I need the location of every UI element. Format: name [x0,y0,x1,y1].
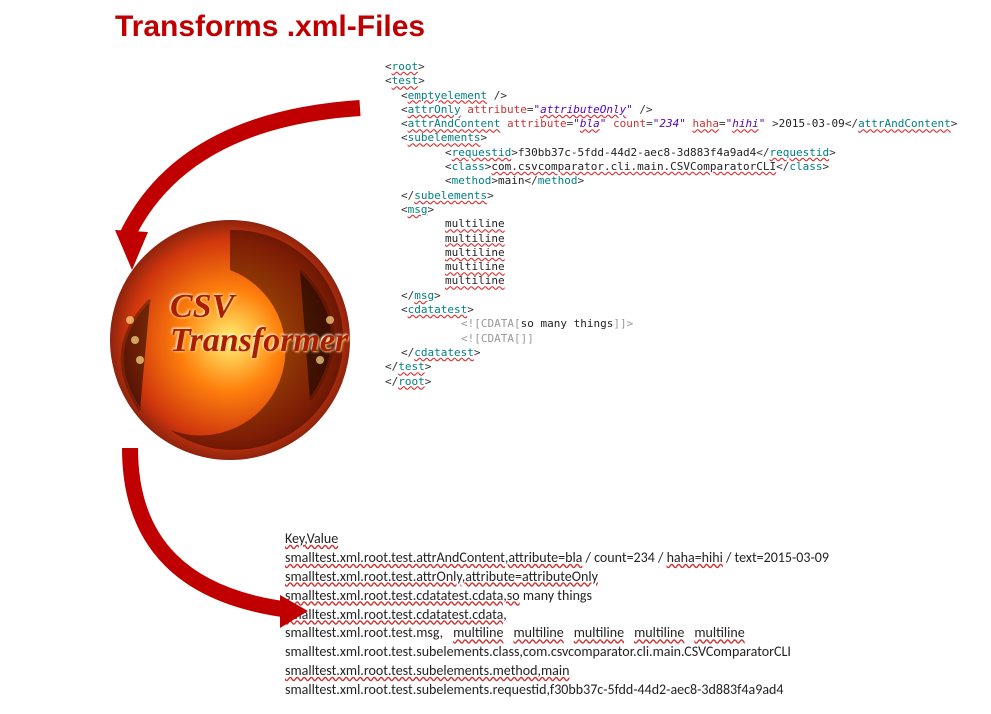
logo-line2: Transformer [170,324,348,358]
logo-text: CSV Transformer [170,290,348,358]
logo-line1: CSV [170,290,348,324]
xml-code-block: <root> <test> <emptyelement /> <attrOnly… [385,60,957,389]
arrow-bottom-icon [90,440,310,640]
csv-output-block: Key,Value smalltest.xml.root.test.attrAn… [285,530,829,700]
page-title: Transforms .xml-Files [115,10,425,44]
arrow-top-icon [90,100,380,280]
